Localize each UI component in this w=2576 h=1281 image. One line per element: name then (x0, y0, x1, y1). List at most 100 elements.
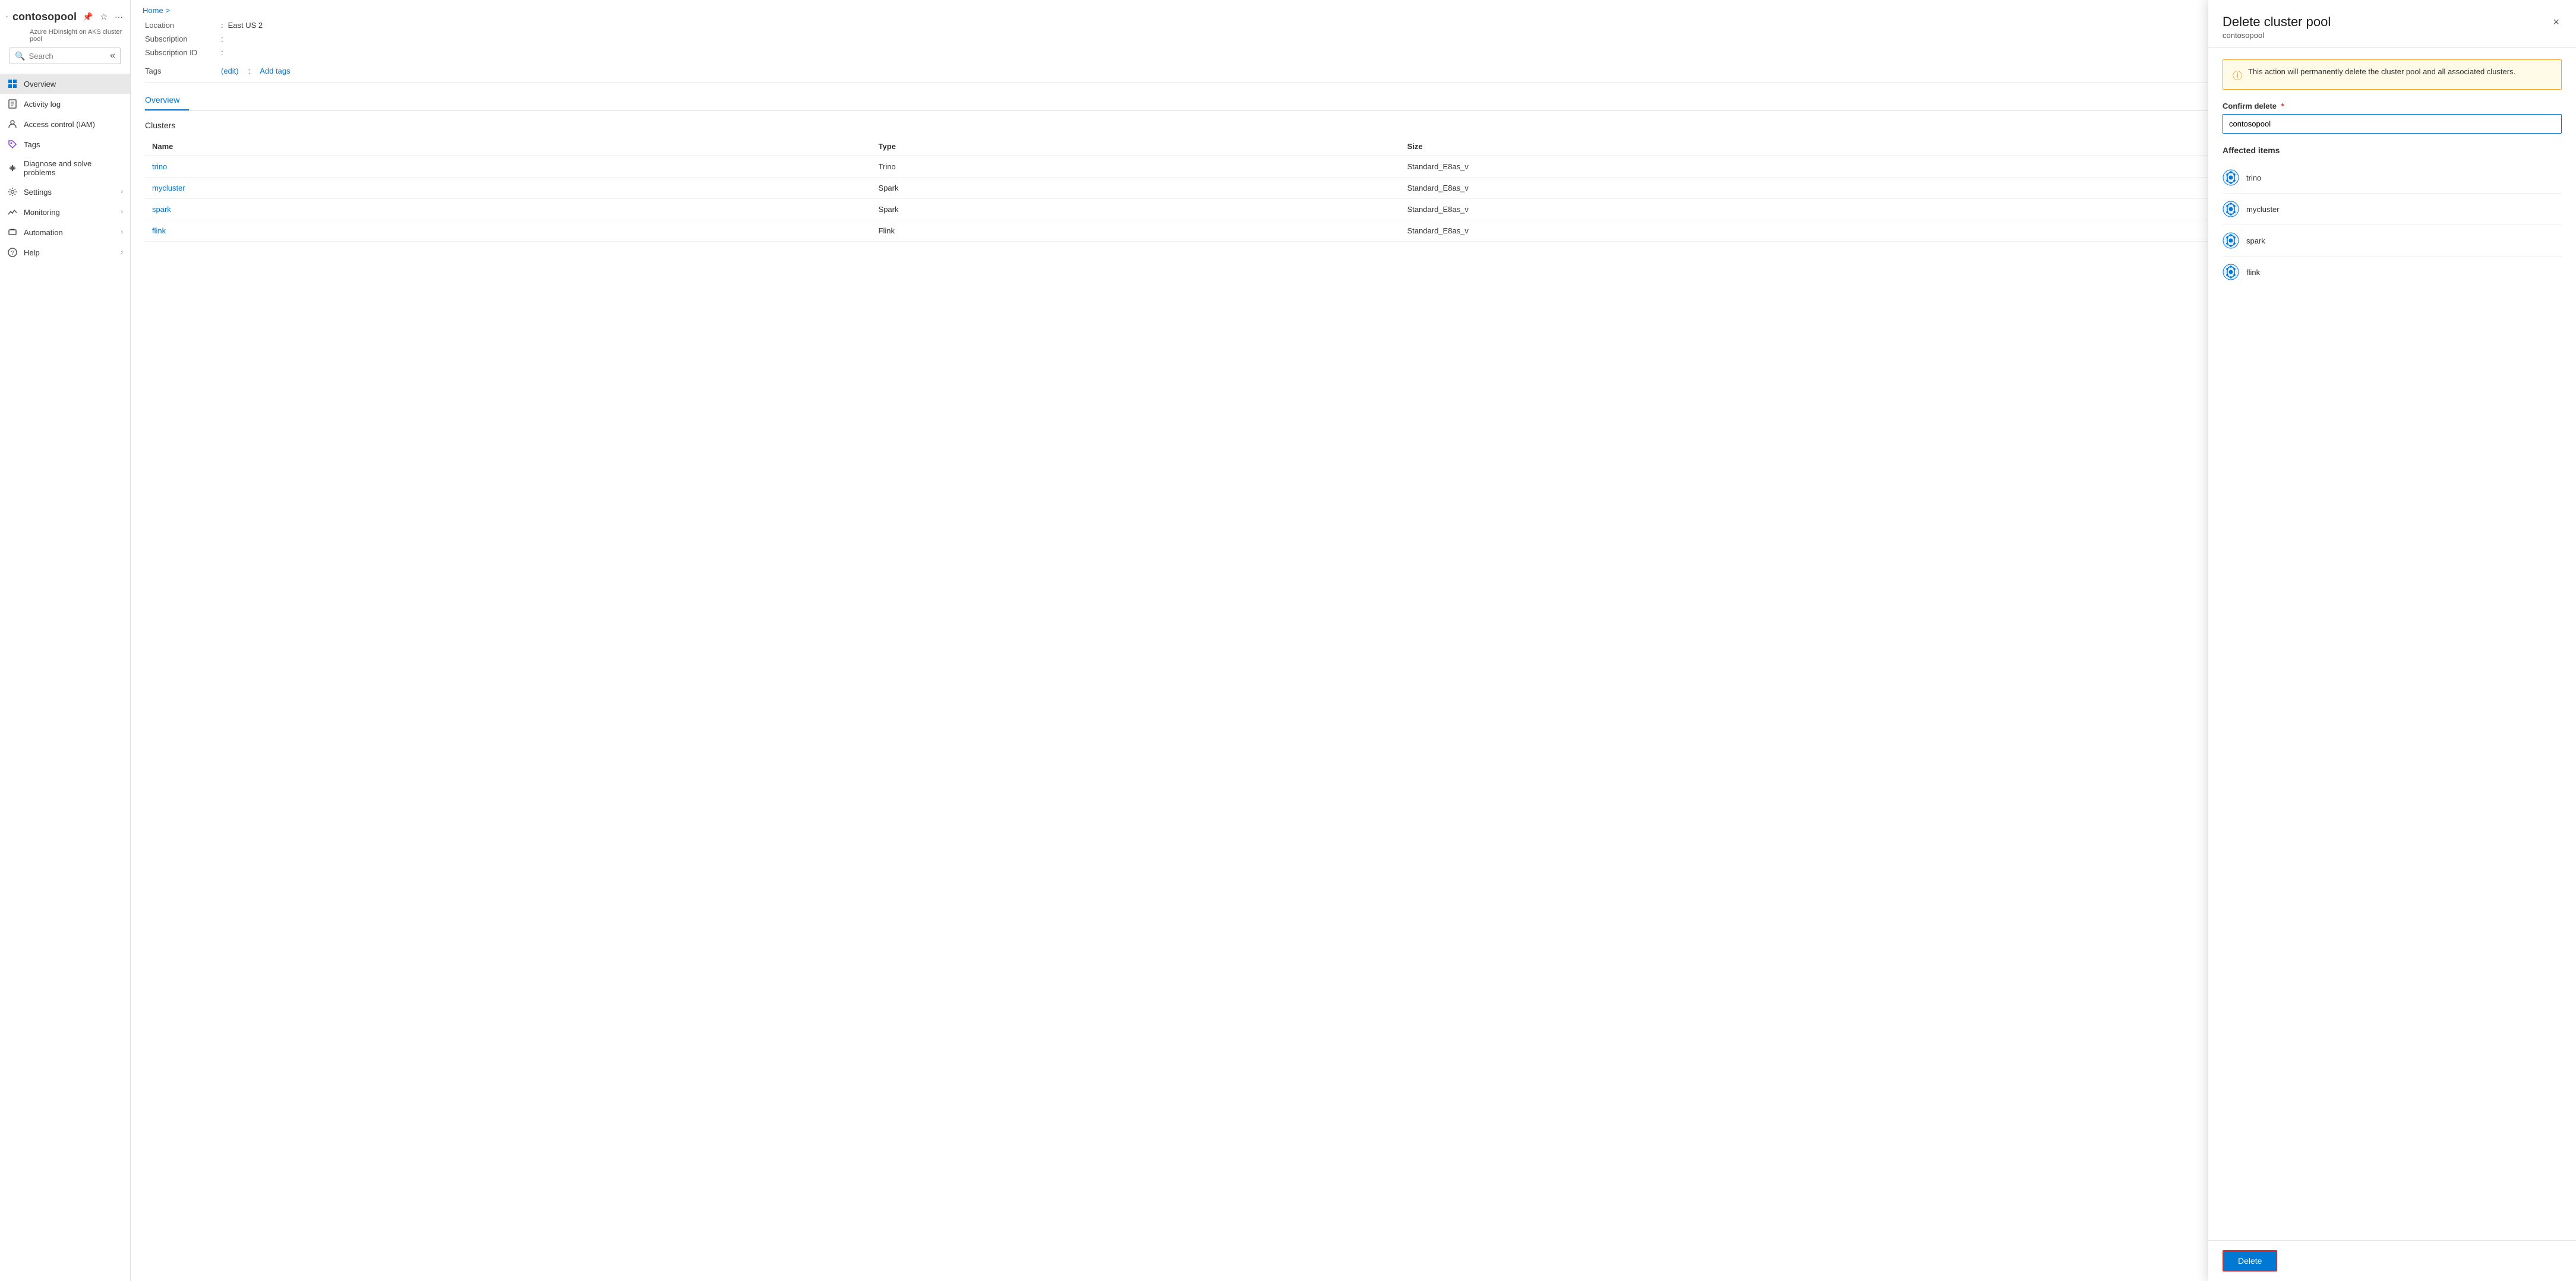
access-control-icon (7, 119, 18, 129)
table-header: Name Type Size (145, 137, 2562, 156)
breadcrumb-separator: > (166, 6, 171, 15)
affected-item-name-spark: spark (2246, 236, 2265, 245)
table-row: trino Trino Standard_E8as_v (145, 156, 2562, 178)
chevron-right-icon: › (121, 249, 123, 256)
sidebar-item-overview[interactable]: Overview (0, 74, 130, 94)
affected-title: Affected items (2223, 146, 2562, 155)
delete-button[interactable]: Delete (2223, 1250, 2277, 1271)
tags-row: Tags (edit) : Add tags (145, 67, 2562, 75)
affected-item-trino: trino (2223, 162, 2562, 194)
table-body: trino Trino Standard_E8as_v mycluster Sp… (145, 156, 2562, 242)
panel-title: Delete cluster pool (2223, 14, 2331, 30)
star-button[interactable]: ☆ (99, 11, 109, 23)
location-separator: : (221, 21, 223, 30)
logo-row: contosopool 📌 ☆ ··· (6, 7, 124, 26)
affected-item-spark: spark (2223, 225, 2562, 257)
panel-header: Delete cluster pool contosopool × (2208, 0, 2576, 48)
location-value: East US 2 (228, 21, 263, 30)
sidebar-item-automation[interactable]: Automation › (0, 222, 130, 242)
sidebar-item-diagnose[interactable]: Diagnose and solve problems (0, 154, 130, 182)
sidebar-item-access-control[interactable]: Access control (IAM) (0, 114, 130, 134)
cluster-type-trino: Trino (872, 156, 1400, 178)
cluster-icon-trino (2223, 169, 2239, 186)
subscription-row: Subscription : (145, 34, 2562, 43)
required-marker: * (2281, 102, 2284, 110)
clusters-table: Name Type Size trino Trino Standard_E8as… (145, 137, 2562, 242)
sidebar-nav: Overview Activity log Access control (IA… (0, 74, 130, 262)
search-input[interactable] (29, 52, 106, 61)
confirm-delete-input[interactable] (2223, 114, 2562, 134)
chevron-right-icon: › (121, 208, 123, 216)
subscription-separator: : (221, 34, 223, 43)
panel-footer: Delete (2208, 1240, 2576, 1281)
sidebar: contosopool 📌 ☆ ··· Azure HDInsight on A… (0, 0, 131, 1281)
sidebar-item-tags[interactable]: Tags (0, 134, 130, 154)
chevron-right-icon: › (121, 229, 123, 236)
panel-close-button[interactable]: × (2550, 14, 2562, 30)
cluster-type-flink: Flink (872, 220, 1400, 242)
cluster-type-spark: Spark (872, 199, 1400, 220)
sidebar-item-activity-log[interactable]: Activity log (0, 94, 130, 114)
cluster-icon-spark (2223, 232, 2239, 249)
monitoring-icon (7, 207, 18, 217)
resource-title: contosopool (12, 11, 77, 23)
table-row: mycluster Spark Standard_E8as_v (145, 178, 2562, 199)
location-label: Location (145, 21, 216, 30)
collapse-button[interactable]: « (110, 50, 115, 61)
breadcrumb-home[interactable]: Home (143, 6, 163, 15)
affected-item-name-trino: trino (2246, 173, 2261, 182)
sidebar-item-label: Activity log (24, 100, 61, 109)
diagnose-icon (7, 163, 18, 173)
panel-subtitle: contosopool (2223, 31, 2331, 40)
clusters-section-title: Clusters (145, 121, 2562, 130)
tabs-bar: Overview (145, 90, 2562, 111)
subscription-label: Subscription (145, 34, 216, 43)
sidebar-item-label: Settings (24, 188, 52, 197)
sidebar-item-label: Monitoring (24, 208, 60, 217)
sidebar-item-label: Tags (24, 140, 40, 149)
affected-item-name-flink: flink (2246, 268, 2260, 277)
tab-overview[interactable]: Overview (145, 90, 189, 110)
sidebar-item-label: Diagnose and solve problems (24, 159, 123, 177)
panel-title-group: Delete cluster pool contosopool (2223, 14, 2331, 40)
pin-button[interactable]: 📌 (81, 11, 94, 23)
activity-log-icon (7, 99, 18, 109)
svg-text:?: ? (11, 250, 14, 257)
sidebar-item-label: Automation (24, 228, 63, 237)
hdinsight-icon (6, 7, 8, 26)
affected-item-name-mycluster: mycluster (2246, 205, 2280, 214)
cluster-link-spark[interactable]: spark (152, 205, 171, 214)
tags-icon (7, 139, 18, 150)
more-button[interactable]: ··· (113, 11, 124, 23)
sidebar-item-label: Access control (IAM) (24, 120, 95, 129)
overview-icon (7, 78, 18, 89)
sidebar-header: contosopool 📌 ☆ ··· Azure HDInsight on A… (0, 0, 130, 74)
tags-separator: : (248, 67, 251, 75)
table-row: flink Flink Standard_E8as_v (145, 220, 2562, 242)
tags-add-link[interactable]: Add tags (260, 67, 290, 75)
sidebar-item-monitoring[interactable]: Monitoring › (0, 202, 130, 222)
chevron-right-icon: › (121, 188, 123, 195)
warning-text: This action will permanently delete the … (2248, 67, 2515, 76)
cluster-type-mycluster: Spark (872, 178, 1400, 199)
sidebar-item-label: Overview (24, 80, 56, 88)
resource-subtitle: Azure HDInsight on AKS cluster pool (30, 29, 124, 43)
automation-icon (7, 227, 18, 238)
search-box: 🔍 « (10, 48, 121, 64)
col-name: Name (145, 137, 872, 156)
subscription-id-label: Subscription ID (145, 48, 216, 57)
cluster-link-flink[interactable]: flink (152, 226, 166, 235)
subscription-id-separator: : (221, 48, 223, 57)
affected-item-mycluster: mycluster (2223, 194, 2562, 225)
confirm-label: Confirm delete * (2223, 102, 2562, 110)
tags-label: Tags (145, 67, 216, 75)
sidebar-item-settings[interactable]: Settings › (0, 182, 130, 202)
affected-item-flink: flink (2223, 257, 2562, 287)
cluster-link-mycluster[interactable]: mycluster (152, 184, 185, 192)
help-icon: ? (7, 247, 18, 258)
sidebar-item-label: Help (24, 248, 40, 257)
cluster-link-trino[interactable]: trino (152, 162, 167, 171)
sidebar-item-help[interactable]: ? Help › (0, 242, 130, 262)
location-row: Location : East US 2 (145, 21, 2562, 30)
tags-edit-link[interactable]: (edit) (221, 67, 239, 75)
